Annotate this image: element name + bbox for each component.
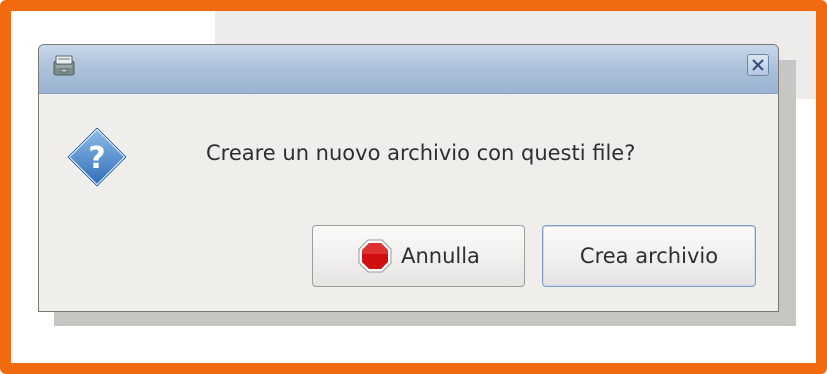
cancel-button-label: Annulla xyxy=(401,244,480,268)
close-icon xyxy=(752,59,764,71)
close-button[interactable] xyxy=(747,54,769,76)
create-archive-button[interactable]: Crea archivio xyxy=(542,225,756,287)
titlebar xyxy=(39,45,778,94)
dialog-window: ? Creare un nuovo archivio con questi fi… xyxy=(38,44,779,312)
stop-icon xyxy=(358,239,392,273)
dialog-message: Creare un nuovo archivio con questi file… xyxy=(206,141,636,165)
question-icon: ? xyxy=(66,126,128,188)
create-archive-button-label: Crea archivio xyxy=(579,244,719,268)
svg-text:?: ? xyxy=(88,141,105,176)
cancel-button[interactable]: Annulla xyxy=(312,225,525,287)
archive-manager-icon xyxy=(53,55,75,76)
